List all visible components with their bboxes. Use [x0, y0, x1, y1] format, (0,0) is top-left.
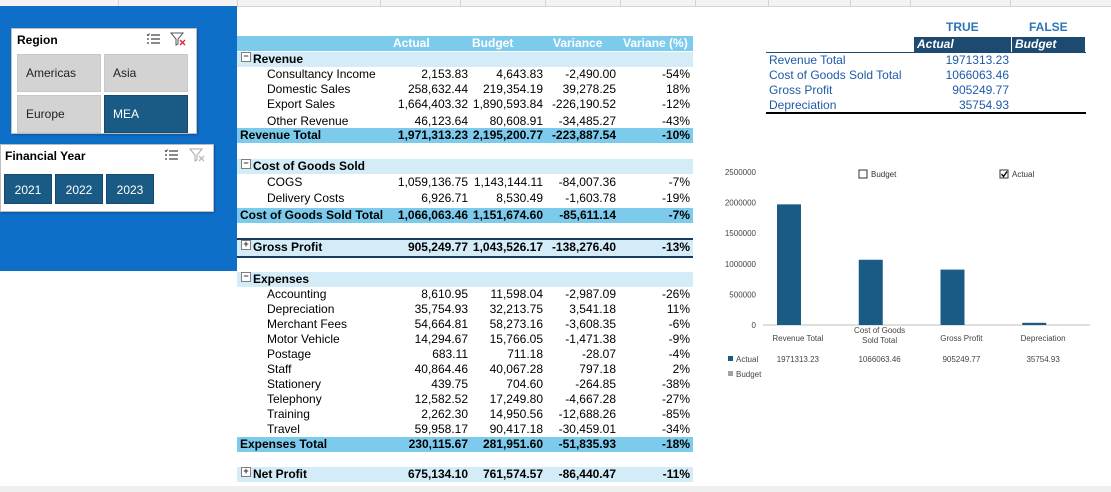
bar-actual: [777, 204, 801, 325]
table-row: Other Revenue 46,123.64 80,608.91 -34,48…: [267, 114, 690, 128]
expand-icon[interactable]: +: [241, 467, 251, 477]
region-slicer: Region Americas Asia Europe MEA: [11, 28, 197, 134]
table-row: Postage 683.11 711.18 -28.07 -4%: [267, 347, 690, 361]
gross-profit-row[interactable]: + Gross Profit 905,249.77 1,043,526.17 -…: [237, 238, 693, 258]
data-table-series-label: Budget: [736, 370, 762, 379]
table-row: COGS 1,059,136.75 1,143,144.11 -84,007.3…: [267, 175, 690, 189]
y-tick-label: 2000000: [725, 199, 757, 208]
cogs-total-row: Cost of Goods Sold Total 1,066,063.46 1,…: [237, 208, 693, 223]
x-tick-label: Gross Profit: [940, 334, 983, 343]
multi-select-icon[interactable]: [164, 148, 180, 162]
region-americas-button[interactable]: Americas: [17, 54, 101, 92]
budget-checkbox[interactable]: [858, 169, 868, 179]
variance-header: Variance: [553, 36, 603, 50]
table-row: Training 2,262.30 14,950.56 -12,688.26 -…: [267, 407, 690, 421]
revenue-total-row: Revenue Total 1,971,313.23 2,195,200.77 …: [237, 128, 693, 143]
financial-year-slicer-title: Financial Year: [5, 149, 86, 163]
summary-row: Gross Profit 905249.77: [769, 83, 1009, 97]
bar-actual: [940, 269, 965, 325]
collapse-icon[interactable]: −: [241, 272, 251, 282]
category-label: Cost of Goods Sold: [253, 159, 365, 173]
legend-budget-key: [728, 371, 733, 376]
collapse-icon[interactable]: −: [241, 52, 251, 62]
region-asia-button[interactable]: Asia: [104, 54, 188, 92]
data-table-value: 1971313.23: [777, 355, 820, 364]
table-row: Telephony 12,582.52 17,249.80 -4,667.28 …: [267, 392, 690, 406]
y-tick-label: 1500000: [725, 229, 757, 238]
data-table-value: 35754.93: [1026, 355, 1060, 364]
category-label: Expenses: [253, 272, 310, 286]
region-europe-button[interactable]: Europe: [17, 95, 101, 133]
category-label: Revenue: [253, 52, 304, 66]
summary-budget-header: Budget: [1012, 37, 1085, 52]
legend-checkbox-label: Actual: [1012, 170, 1034, 179]
x-tick-label: Cost of Goods: [854, 326, 905, 335]
table-row: Domestic Sales 258,632.44 219,354.19 39,…: [267, 82, 690, 96]
variance-pct-header: Variane (%): [623, 36, 688, 50]
collapse-icon[interactable]: −: [241, 159, 251, 169]
y-tick-label: 2500000: [725, 168, 757, 177]
table-row: Stationery 439.75 704.60 -264.85 -38%: [267, 377, 690, 391]
y-tick-label: 500000: [729, 290, 756, 299]
multi-select-icon[interactable]: [146, 32, 162, 46]
x-tick-label: Revenue Total: [772, 334, 823, 343]
table-row: Travel 59,958.17 90,417.18 -30,459.01 -3…: [267, 422, 690, 436]
table-row: Motor Vehicle 14,294.67 15,766.05 -1,471…: [267, 332, 690, 346]
net-profit-row[interactable]: + Net Profit 675,134.10 761,574.57 -86,4…: [237, 467, 693, 482]
x-tick-label: Depreciation: [1021, 334, 1066, 343]
y-tick-label: 0: [752, 321, 757, 330]
table-row: Export Sales 1,664,403.32 1,890,593.84 -…: [267, 97, 690, 111]
table-row: Accounting 8,610.95 11,598.04 -2,987.09 …: [267, 287, 690, 301]
year-2022-button[interactable]: 2022: [55, 174, 103, 204]
year-2021-button[interactable]: 2021: [4, 174, 52, 204]
clear-filter-icon[interactable]: [189, 148, 205, 162]
data-table-value: 905249.77: [942, 355, 980, 364]
region-slicer-title: Region: [17, 33, 58, 47]
expand-icon[interactable]: +: [241, 240, 251, 250]
table-row: Delivery Costs 6,926.71 8,530.49 -1,603.…: [267, 191, 690, 205]
region-mea-button[interactable]: MEA: [104, 95, 188, 133]
summary-actual-header: Actual: [914, 37, 1011, 52]
bar-actual: [1022, 322, 1047, 325]
pivot-table: Actual Budget Variance Variane (%) − Rev…: [237, 0, 693, 492]
expenses-total-row: Expenses Total 230,115.67 281,951.60 -51…: [237, 437, 693, 452]
sheet-bottom-strip: [0, 486, 1111, 492]
legend-checkbox-label: Budget: [871, 170, 897, 179]
year-2023-button[interactable]: 2023: [106, 174, 154, 204]
false-label: FALSE: [1029, 20, 1068, 34]
table-row: Staff 40,864.46 40,067.28 797.18 2%: [267, 362, 690, 376]
summary-row: Cost of Goods Sold Total 1066063.46: [769, 68, 1009, 82]
expenses-category-row[interactable]: − Expenses: [237, 272, 693, 287]
summary-row: Depreciation 35754.93: [769, 98, 1009, 112]
table-row: Merchant Fees 54,664.81 58,273.16 -3,608…: [267, 317, 690, 331]
cogs-category-row[interactable]: − Cost of Goods Sold: [237, 159, 693, 174]
x-tick-label: Sold Total: [862, 336, 897, 345]
financial-year-slicer: Financial Year 2021 2022 2023: [0, 144, 214, 212]
true-label: TRUE: [946, 20, 979, 34]
pivot-header-row: Actual Budget Variance Variane (%): [237, 36, 693, 51]
bar-chart[interactable]: 2500000 2000000 1500000 1000000 500000 0 Reven…: [718, 160, 1098, 390]
data-table-series-label: Actual: [736, 355, 758, 364]
summary-bottom-border: [766, 112, 1086, 114]
clear-filter-icon[interactable]: [170, 32, 186, 46]
y-tick-label: 1000000: [725, 260, 757, 269]
bar-actual: [858, 259, 883, 325]
budget-header: Budget: [472, 36, 514, 50]
actual-header: Actual: [393, 36, 430, 50]
table-row: Depreciation 35,754.93 32,213.75 3,541.1…: [267, 302, 690, 316]
revenue-category-row[interactable]: − Revenue: [237, 52, 693, 67]
table-row: Consultancy Income 2,153.83 4,643.83 -2,…: [267, 67, 690, 81]
legend-actual-key: [728, 356, 733, 361]
data-table-value: 1066063.46: [858, 355, 901, 364]
summary-row: Revenue Total 1971313.23: [769, 53, 1009, 67]
